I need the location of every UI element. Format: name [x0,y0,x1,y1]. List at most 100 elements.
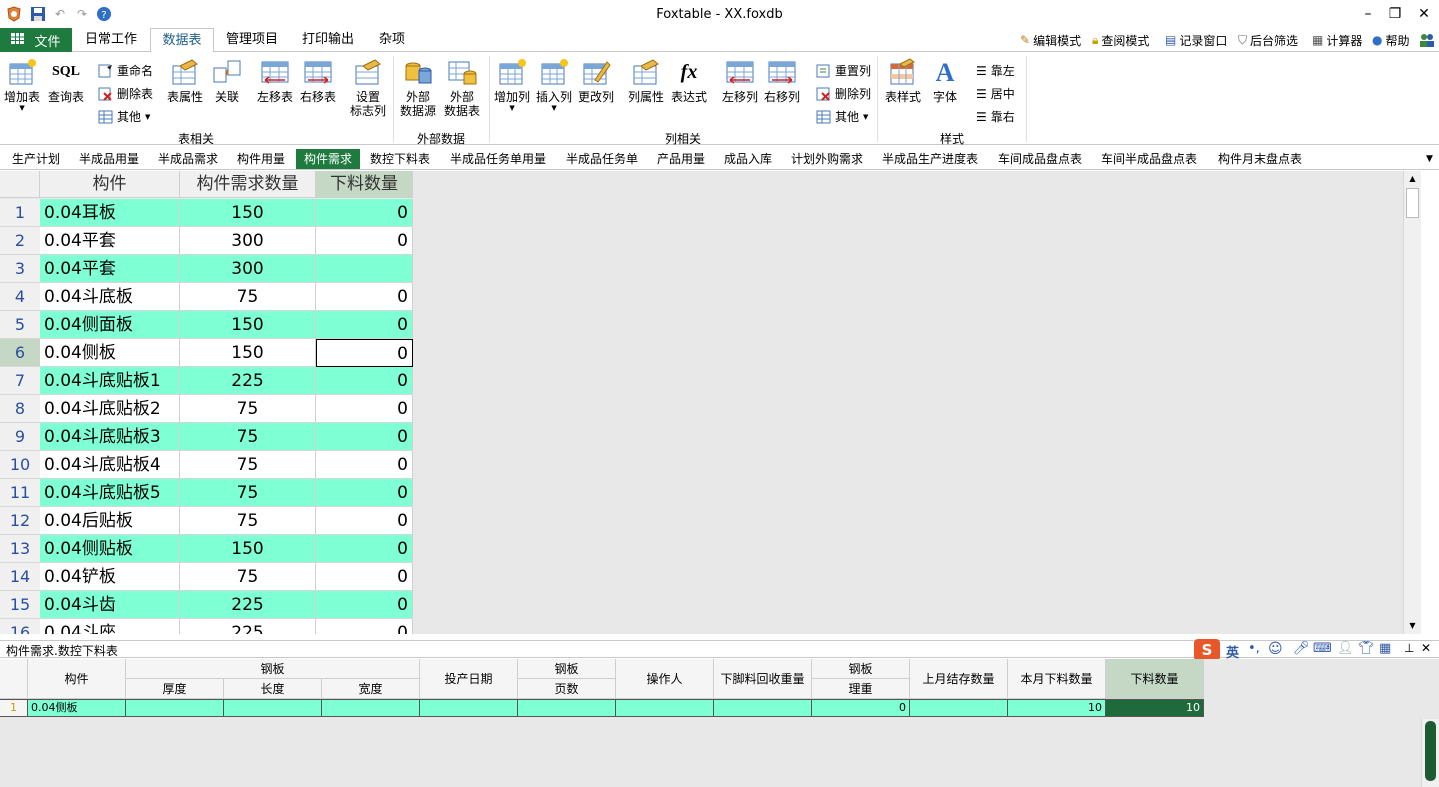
cell-demand-qty[interactable]: 75 [180,423,316,451]
row-number[interactable]: 3 [0,255,40,283]
tab-daily-work[interactable]: 日常工作 [80,28,142,52]
sheet-tab[interactable]: 半成品任务单用量 [450,149,546,169]
cell-part-name[interactable]: 0.04后贴板 [40,507,180,535]
table-row[interactable]: 11 0.04斗底贴板5 75 0 [0,479,413,507]
cell-part-name[interactable]: 0.04斗底贴板3 [40,423,180,451]
tab-manage-project[interactable]: 管理项目 [220,28,284,52]
relation-button[interactable]: 关联 [212,58,242,104]
cell-part-name[interactable]: 0.04耳板 [40,199,180,227]
scroll-thumb[interactable] [1406,188,1419,218]
table-row[interactable]: 1 0.04耳板 150 0 [0,199,413,227]
sub-column-header[interactable]: 页数 [518,679,616,699]
sub-cell-thickness[interactable] [126,699,224,717]
cell-part-name[interactable]: 0.04斗底贴板1 [40,367,180,395]
cell-part-name[interactable]: 0.04斗底贴板5 [40,479,180,507]
sheet-tab[interactable]: 车间半成品盘点表 [1101,149,1197,169]
scroll-up-arrow-icon[interactable]: ▲ [1404,171,1421,187]
cell-demand-qty[interactable]: 225 [180,619,316,634]
row-number[interactable]: 12 [0,507,40,535]
close-button[interactable]: ✕ [1412,4,1436,24]
tab-data-table[interactable]: 数据表 [150,28,214,53]
cell-demand-qty[interactable]: 150 [180,199,316,227]
move-table-left-button[interactable]: 左移表 [257,58,293,104]
cell-cut-qty[interactable]: 0 [316,339,413,367]
punctuation-icon[interactable]: •, [1248,641,1260,656]
sub-cell-plate-pages[interactable] [518,699,616,717]
table-row[interactable]: 15 0.04斗齿 225 0 [0,591,413,619]
sheet-tab[interactable]: 构件月末盘点表 [1218,149,1302,169]
sub-column-header[interactable]: 下脚料回收重量 [714,659,812,699]
cell-cut-qty[interactable]: 0 [316,591,413,619]
sub-column-header[interactable]: 厚度 [126,679,224,699]
cell-demand-qty[interactable]: 300 [180,227,316,255]
sheet-tab[interactable]: 数控下料表 [370,149,430,169]
cell-part-name[interactable]: 0.04侧贴板 [40,535,180,563]
column-header[interactable]: 构件需求数量 [180,171,316,198]
cell-cut-qty[interactable]: 0 [316,535,413,563]
sub-column-header[interactable]: 钢板 [812,659,910,679]
column-properties-button[interactable]: 列属性 [628,58,664,104]
grid-corner[interactable] [0,171,40,198]
sheet-tab[interactable]: 半成品生产进度表 [882,149,978,169]
table-row[interactable]: 16 0.04斗座 225 0 [0,619,413,634]
row-number[interactable]: 11 [0,479,40,507]
row-number[interactable]: 15 [0,591,40,619]
microphone-icon[interactable]: 🎤︎ [1293,641,1310,656]
cell-cut-qty[interactable]: 0 [316,563,413,591]
row-number[interactable]: 13 [0,535,40,563]
cell-part-name[interactable]: 0.04平套 [40,227,180,255]
sheet-tab[interactable]: 构件用量 [237,149,285,169]
table-row[interactable]: 7 0.04斗底贴板1 225 0 [0,367,413,395]
cell-demand-qty[interactable]: 75 [180,479,316,507]
sub-column-header[interactable]: 投产日期 [420,659,518,699]
sub-column-header[interactable]: 本月下料数量 [1008,659,1106,699]
align-left-button[interactable]: ☰ 靠左 [976,62,1015,79]
tab-print-output[interactable]: 打印输出 [296,28,360,52]
cell-demand-qty[interactable]: 75 [180,507,316,535]
file-menu-button[interactable]: 文件 [0,28,72,52]
record-window-button[interactable]: ▤ 记录窗口 [1165,30,1227,50]
external-source-button[interactable]: 外部 数据源 [400,58,436,118]
row-number[interactable]: 6 [0,339,40,367]
cell-demand-qty[interactable]: 75 [180,283,316,311]
insert-column-button[interactable]: 插入列 ▼ [536,58,572,112]
sub-cell-width[interactable] [322,699,420,717]
keyboard-icon[interactable]: ⌨ [1313,641,1332,656]
table-style-button[interactable]: 表样式 [885,58,921,104]
move-table-right-button[interactable]: 右移表 [300,58,336,104]
sub-cell-operator[interactable] [616,699,714,717]
sheet-tab[interactable]: 半成品任务单 [566,149,638,169]
delete-table-button[interactable]: 删除表 [98,85,153,102]
sheet-tab[interactable]: 产品用量 [657,149,705,169]
cell-demand-qty[interactable]: 300 [180,255,316,283]
cell-cut-qty[interactable]: 0 [316,367,413,395]
sheet-tab[interactable]: 车间成品盘点表 [998,149,1082,169]
cell-demand-qty[interactable]: 150 [180,311,316,339]
sheet-tab[interactable]: 计划外购需求 [791,149,863,169]
calculator-button[interactable]: ▦ 计算器 [1312,30,1362,50]
toolbox-icon[interactable]: ▦ [1379,641,1391,656]
cell-demand-qty[interactable]: 75 [180,395,316,423]
cell-part-name[interactable]: 0.04斗底贴板2 [40,395,180,423]
row-number[interactable]: 5 [0,311,40,339]
help-button[interactable]: ● 帮助 [1372,30,1410,50]
table-row[interactable]: 3 0.04平套 300 [0,255,413,283]
row-number[interactable]: 2 [0,227,40,255]
emoji-icon[interactable]: ☺ [1268,641,1283,657]
sub-column-header[interactable]: 长度 [224,679,322,699]
sheet-tab[interactable]: 半成品用量 [79,149,139,169]
sub-cell-length[interactable] [224,699,322,717]
row-number[interactable]: 10 [0,451,40,479]
cell-part-name[interactable]: 0.04铲板 [40,563,180,591]
query-table-button[interactable]: SQL 查询表 [48,58,84,105]
cell-part-name[interactable]: 0.04斗齿 [40,591,180,619]
cell-cut-qty[interactable]: 0 [316,227,413,255]
sub-row-number[interactable]: 1 [0,699,28,717]
sub-cell-date[interactable] [420,699,518,717]
sheet-tab-active[interactable]: 构件需求 [296,149,361,169]
sub-cell-prev-month[interactable] [910,699,1008,717]
sub-column-header[interactable]: 操作人 [616,659,714,699]
close-panel-icon[interactable]: ✕ [1421,641,1431,655]
table-properties-button[interactable]: 表属性 [167,58,203,104]
vertical-scrollbar[interactable]: ▲ ▼ [1403,171,1421,634]
